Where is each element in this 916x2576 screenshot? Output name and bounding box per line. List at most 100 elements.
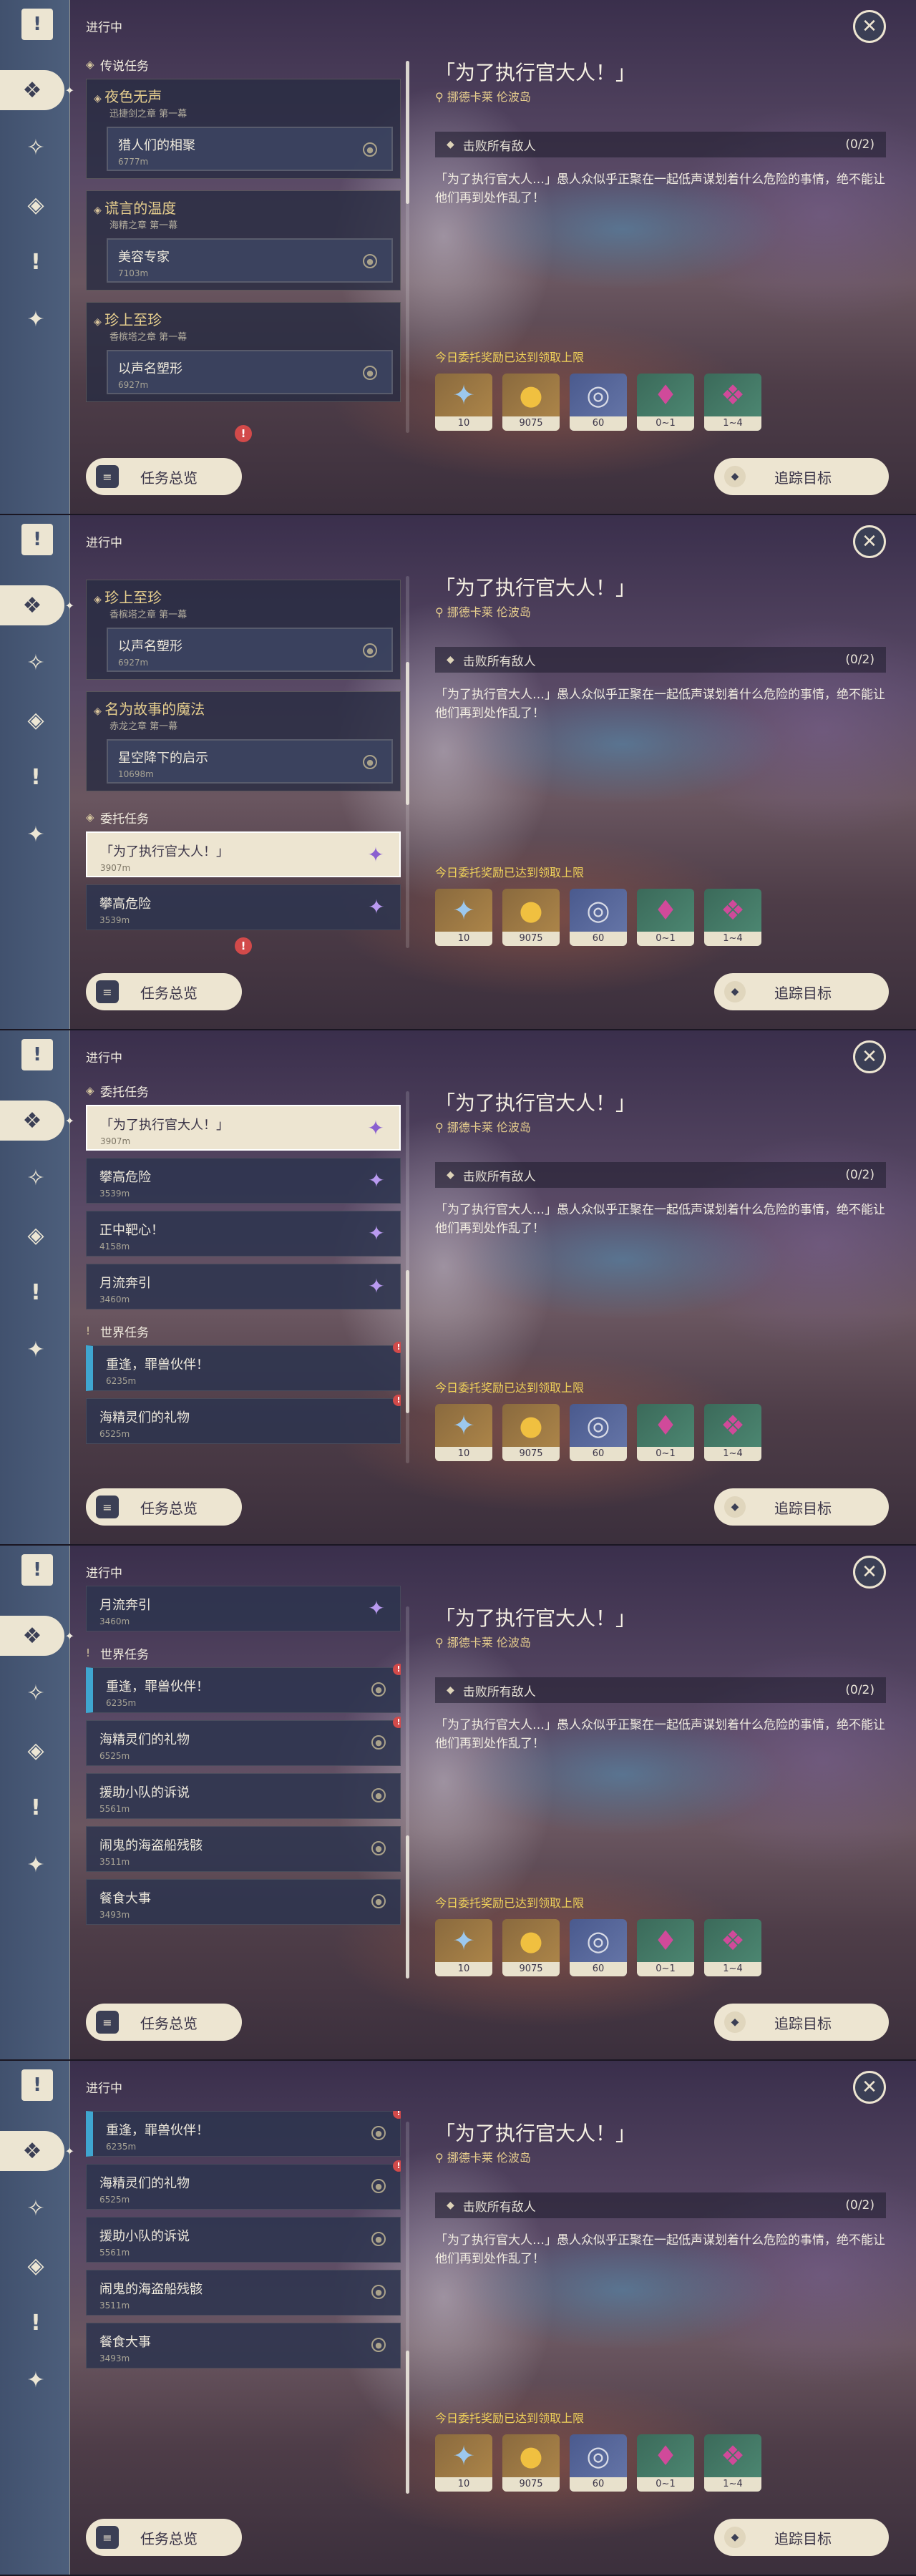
list-item[interactable]: 援助小队的诉说 5561m ● xyxy=(86,2217,401,2263)
scrollbar[interactable] xyxy=(406,576,409,948)
quest-list[interactable]: 珍上至珍香槟塔之章 第一幕 以声名塑形6927m● 名为故事的魔法赤龙之章 第一… xyxy=(86,580,401,966)
star-quest-icon[interactable]: ✧ xyxy=(21,133,50,162)
reward-item[interactable]: ◎ 60 xyxy=(570,1919,627,1976)
reward-item[interactable]: ✦ 10 xyxy=(435,1404,492,1461)
star-quest-icon[interactable]: ✧ xyxy=(21,648,50,677)
quest-group[interactable]: 名为故事的魔法赤龙之章 第一幕 星空降下的启示10698m● xyxy=(86,691,401,791)
reward-item[interactable]: ● 9075 xyxy=(502,1919,560,1976)
scrollbar[interactable] xyxy=(406,2122,409,2494)
list-item[interactable]: 餐食大事 3493m ● xyxy=(86,1879,401,1925)
scroll-thumb[interactable] xyxy=(406,1835,409,1979)
quest-list[interactable]: 重逢，罪兽伙伴！ 6235m ●! 海精灵们的礼物 6525m ●! 援助小队的诉说 55… xyxy=(86,2111,401,2497)
reward-item[interactable]: ● 9075 xyxy=(502,889,560,946)
sparkle-icon[interactable]: ✦ xyxy=(21,1850,50,1879)
list-item[interactable]: 攀高危险 3539m ✦ xyxy=(86,884,401,930)
quest-step[interactable]: 美容专家 7103m ● xyxy=(107,238,393,283)
list-item[interactable]: 重逢，罪兽伙伴！ 6235m! xyxy=(86,1342,401,1391)
quest-book-icon[interactable]: ! xyxy=(21,524,53,555)
track-button[interactable]: ◆ 追踪目标 xyxy=(714,2519,889,2556)
close-button[interactable]: ✕ xyxy=(853,1040,886,1073)
list-item[interactable]: 海精灵们的礼物 6525m! xyxy=(86,1395,401,1444)
scroll-thumb[interactable] xyxy=(406,662,409,805)
quest-book-icon[interactable]: ! xyxy=(21,9,53,40)
quest-group[interactable]: 珍上至珍香槟塔之章 第一幕 以声名塑形6927m● xyxy=(86,302,401,402)
quest-group[interactable]: 珍上至珍香槟塔之章 第一幕 以声名塑形6927m● xyxy=(86,580,401,680)
diamond-cluster-icon[interactable]: ❖ xyxy=(0,1616,74,1656)
quest-group[interactable]: 夜色无声迅捷剑之章 第一幕 猎人们的相聚6777m● xyxy=(86,79,401,179)
reward-item[interactable]: ● 9075 xyxy=(502,1404,560,1461)
diamond-cluster-icon[interactable]: ❖ xyxy=(0,2131,74,2171)
diamond-cluster-icon[interactable]: ❖ xyxy=(0,1101,74,1141)
location-pin-icon[interactable]: ● xyxy=(363,254,377,268)
location-pin-icon[interactable]: ● xyxy=(371,1682,386,1697)
list-item[interactable]: 重逢，罪兽伙伴！ 6235m ●! xyxy=(86,1664,401,1713)
quest-list[interactable]: 月流奔引 3460m ✦ ! 世界任务 重逢，罪兽伙伴！ 6235m ●! 海精灵们的礼物… xyxy=(86,1586,401,1972)
reward-item[interactable]: ♦ 0~1 xyxy=(637,2434,694,2492)
scroll-thumb[interactable] xyxy=(406,61,409,204)
quest-step[interactable]: 星空降下的启示 10698m ● xyxy=(107,739,393,784)
close-button[interactable]: ✕ xyxy=(853,2071,886,2104)
location-pin-icon[interactable]: ● xyxy=(371,1788,386,1802)
diamond-cluster-icon[interactable]: ❖ xyxy=(0,70,74,110)
compass-icon[interactable]: ◈ xyxy=(21,706,50,734)
sparkle-icon[interactable]: ✦ xyxy=(21,820,50,849)
location-pin-icon[interactable]: ● xyxy=(363,366,377,380)
compass-icon[interactable]: ◈ xyxy=(21,1736,50,1765)
sparkle-icon[interactable]: ✦ xyxy=(21,2366,50,2394)
reward-item[interactable]: ✦ 10 xyxy=(435,2434,492,2492)
exclamation-icon[interactable]: ! xyxy=(21,1793,50,1822)
quest-list[interactable]: ◈ 委托任务 「为了执行官大人！」 3907m ✦ 攀高危险 3539m ✦ 正中靶心！ 4… xyxy=(86,1076,401,1463)
reward-item[interactable]: ✦ 10 xyxy=(435,1919,492,1976)
quest-step[interactable]: 以声名塑形 6927m ● xyxy=(107,350,393,394)
close-button[interactable]: ✕ xyxy=(853,525,886,558)
location-pin-icon[interactable]: ● xyxy=(371,2232,386,2246)
reward-item[interactable]: ◎ 60 xyxy=(570,1404,627,1461)
diamond-cluster-icon[interactable]: ❖ xyxy=(0,585,74,625)
quest-group[interactable]: 谎言的温度海精之章 第一幕 美容专家7103m● xyxy=(86,190,401,291)
scroll-thumb[interactable] xyxy=(406,2351,409,2494)
location-pin-icon[interactable]: ● xyxy=(371,2126,386,2140)
list-item[interactable]: 闹鬼的海盗船残骸 3511m ● xyxy=(86,2270,401,2316)
list-item[interactable]: 月流奔引 3460m ✦ xyxy=(86,1264,401,1309)
quest-book-icon[interactable]: ! xyxy=(21,2069,53,2101)
sparkle-icon[interactable]: ✦ xyxy=(21,305,50,333)
exclamation-icon[interactable]: ! xyxy=(21,763,50,791)
scrollbar[interactable] xyxy=(406,1091,409,1463)
list-item[interactable]: 海精灵们的礼物 6525m ●! xyxy=(86,2160,401,2210)
list-item[interactable]: 闹鬼的海盗船残骸 3511m ● xyxy=(86,1826,401,1872)
reward-item[interactable]: ❖ 1~4 xyxy=(704,2434,761,2492)
quest-list[interactable]: ◈传说任务 夜色无声迅捷剑之章 第一幕 猎人们的相聚6777m● 谎言的温度海精… xyxy=(86,50,401,436)
reward-item[interactable]: ❖ 1~4 xyxy=(704,374,761,431)
reward-item[interactable]: ♦ 0~1 xyxy=(637,374,694,431)
reward-item[interactable]: ◎ 60 xyxy=(570,2434,627,2492)
star-quest-icon[interactable]: ✧ xyxy=(21,2194,50,2223)
list-item[interactable]: 援助小队的诉说 5561m ● xyxy=(86,1773,401,1819)
list-item[interactable]: 「为了执行官大人！」 3907m ✦ xyxy=(86,831,401,877)
list-item[interactable]: 餐食大事 3493m ● xyxy=(86,2323,401,2368)
compass-icon[interactable]: ◈ xyxy=(21,190,50,219)
reward-item[interactable]: ✦ 10 xyxy=(435,374,492,431)
track-button[interactable]: ◆ 追踪目标 xyxy=(714,458,889,495)
reward-item[interactable]: ◎ 60 xyxy=(570,374,627,431)
compass-icon[interactable]: ◈ xyxy=(21,2251,50,2280)
scroll-thumb[interactable] xyxy=(406,1270,409,1413)
compass-icon[interactable]: ◈ xyxy=(21,1221,50,1249)
reward-item[interactable]: ❖ 1~4 xyxy=(704,1919,761,1976)
reward-item[interactable]: ♦ 0~1 xyxy=(637,1919,694,1976)
reward-item[interactable]: ◎ 60 xyxy=(570,889,627,946)
star-quest-icon[interactable]: ✧ xyxy=(21,1679,50,1707)
location-pin-icon[interactable]: ● xyxy=(371,1735,386,1750)
location-pin-icon[interactable]: ● xyxy=(371,1894,386,1908)
reward-item[interactable]: ✦ 10 xyxy=(435,889,492,946)
scrollbar[interactable] xyxy=(406,61,409,433)
scrollbar[interactable] xyxy=(406,1606,409,1979)
reward-item[interactable]: ● 9075 xyxy=(502,374,560,431)
list-item[interactable]: 正中靶心！ 4158m ✦ xyxy=(86,1211,401,1257)
quest-step[interactable]: 以声名塑形 6927m ● xyxy=(107,628,393,672)
reward-item[interactable]: ♦ 0~1 xyxy=(637,1404,694,1461)
overview-button[interactable]: ≡ 任务总览 xyxy=(86,1488,242,1526)
list-item[interactable]: 「为了执行官大人！」 3907m ✦ xyxy=(86,1105,401,1151)
overview-button[interactable]: ≡ 任务总览 xyxy=(86,973,242,1010)
exclamation-icon[interactable]: ! xyxy=(21,1278,50,1307)
location-pin-icon[interactable]: ● xyxy=(371,2179,386,2193)
